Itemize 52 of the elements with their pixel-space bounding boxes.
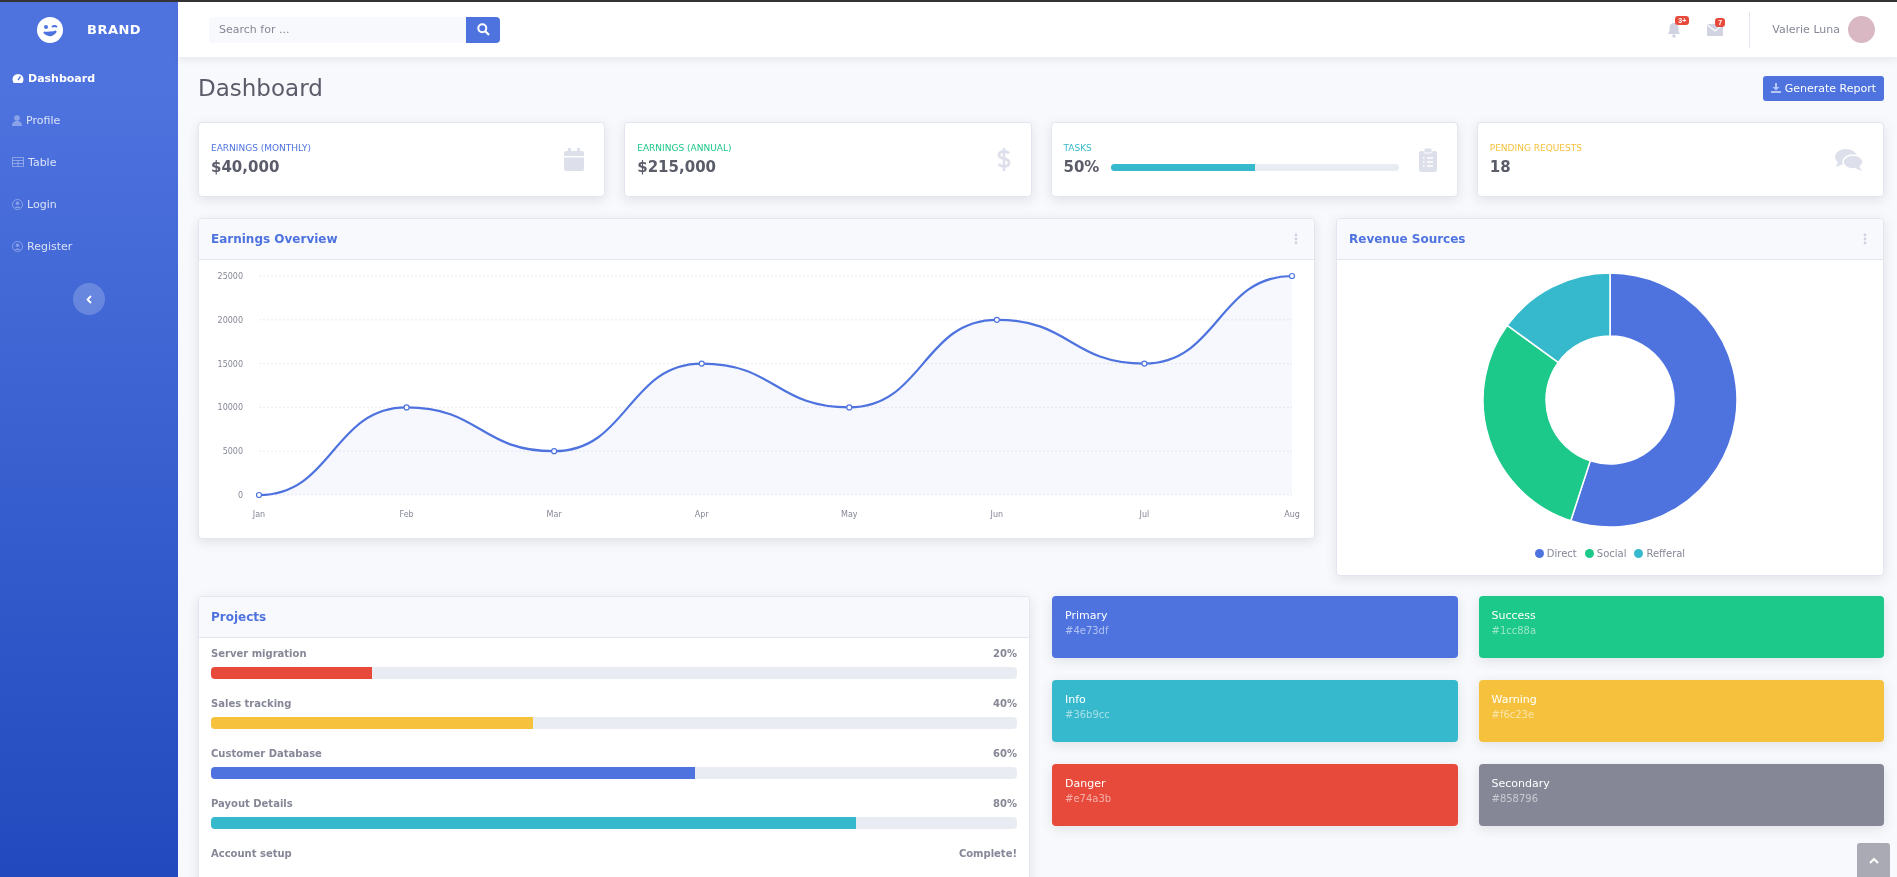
color-name: Primary (1065, 609, 1109, 622)
y-axis-label: 20000 (217, 315, 243, 325)
x-axis-label: Feb (399, 510, 414, 519)
stat-label: TASKS (1063, 143, 1093, 153)
stat-label: EARNINGS (MONTHLY) (211, 143, 312, 153)
project-percent: 40% (993, 698, 1017, 709)
x-axis-label: Jun (990, 510, 1004, 519)
stat-value: $215,000 (637, 158, 716, 176)
color-code: #e74a3b (1065, 793, 1113, 804)
color-name: Success (1491, 609, 1537, 622)
card-title: Earnings Overview (211, 232, 338, 246)
color-code: #1cc88a (1491, 625, 1538, 636)
color-name: Danger (1065, 777, 1107, 790)
y-axis-label: 5000 (222, 447, 243, 457)
color-code: #36b9cc (1065, 709, 1111, 720)
x-axis-label: Mar (546, 510, 562, 519)
project-percent: 80% (993, 798, 1017, 809)
x-axis-label: Aug (1284, 510, 1300, 519)
project-name: Payout Details (211, 798, 293, 809)
stat-label: PENDING REQUESTS (1489, 143, 1583, 153)
y-axis-label: 0 (237, 491, 243, 500)
legend-label: Direct (1546, 548, 1577, 559)
color-name: Warning (1491, 693, 1538, 706)
project-percent: 20% (993, 648, 1017, 659)
project-name: Account setup (211, 848, 292, 859)
x-axis-label: May (841, 510, 858, 519)
project-percent: 60% (993, 748, 1017, 759)
stat-label: EARNINGS (ANNUAL) (637, 143, 733, 153)
project-name: Sales tracking (211, 698, 292, 709)
color-name: Info (1065, 693, 1087, 706)
x-axis-label: Apr (694, 510, 709, 519)
legend-label: Social (1596, 548, 1627, 559)
color-name: Secondary (1491, 777, 1551, 790)
color-code: #f6c23e (1491, 709, 1536, 720)
project-name: Customer Database (211, 748, 322, 759)
y-axis-label: 10000 (217, 403, 243, 413)
stat-value: 50% (1063, 158, 1100, 176)
stat-value: $40,000 (211, 158, 280, 176)
project-percent: Complete! (958, 848, 1017, 859)
color-code: #858796 (1491, 793, 1540, 804)
card-title: Revenue Sources (1349, 232, 1466, 246)
color-code: #4e73df (1065, 625, 1110, 636)
page-title: Dashboard (198, 75, 323, 101)
x-axis-label: Jan (252, 510, 266, 519)
project-name: Server migration (211, 648, 307, 659)
card-title: Projects (211, 610, 267, 624)
brand-name: BRAND (87, 22, 142, 37)
y-axis-label: 15000 (217, 359, 243, 369)
legend-label: Refferal (1646, 548, 1686, 559)
stat-value: 18 (1489, 158, 1511, 176)
x-axis-label: Jul (1139, 510, 1150, 519)
y-axis-label: 25000 (217, 272, 243, 281)
